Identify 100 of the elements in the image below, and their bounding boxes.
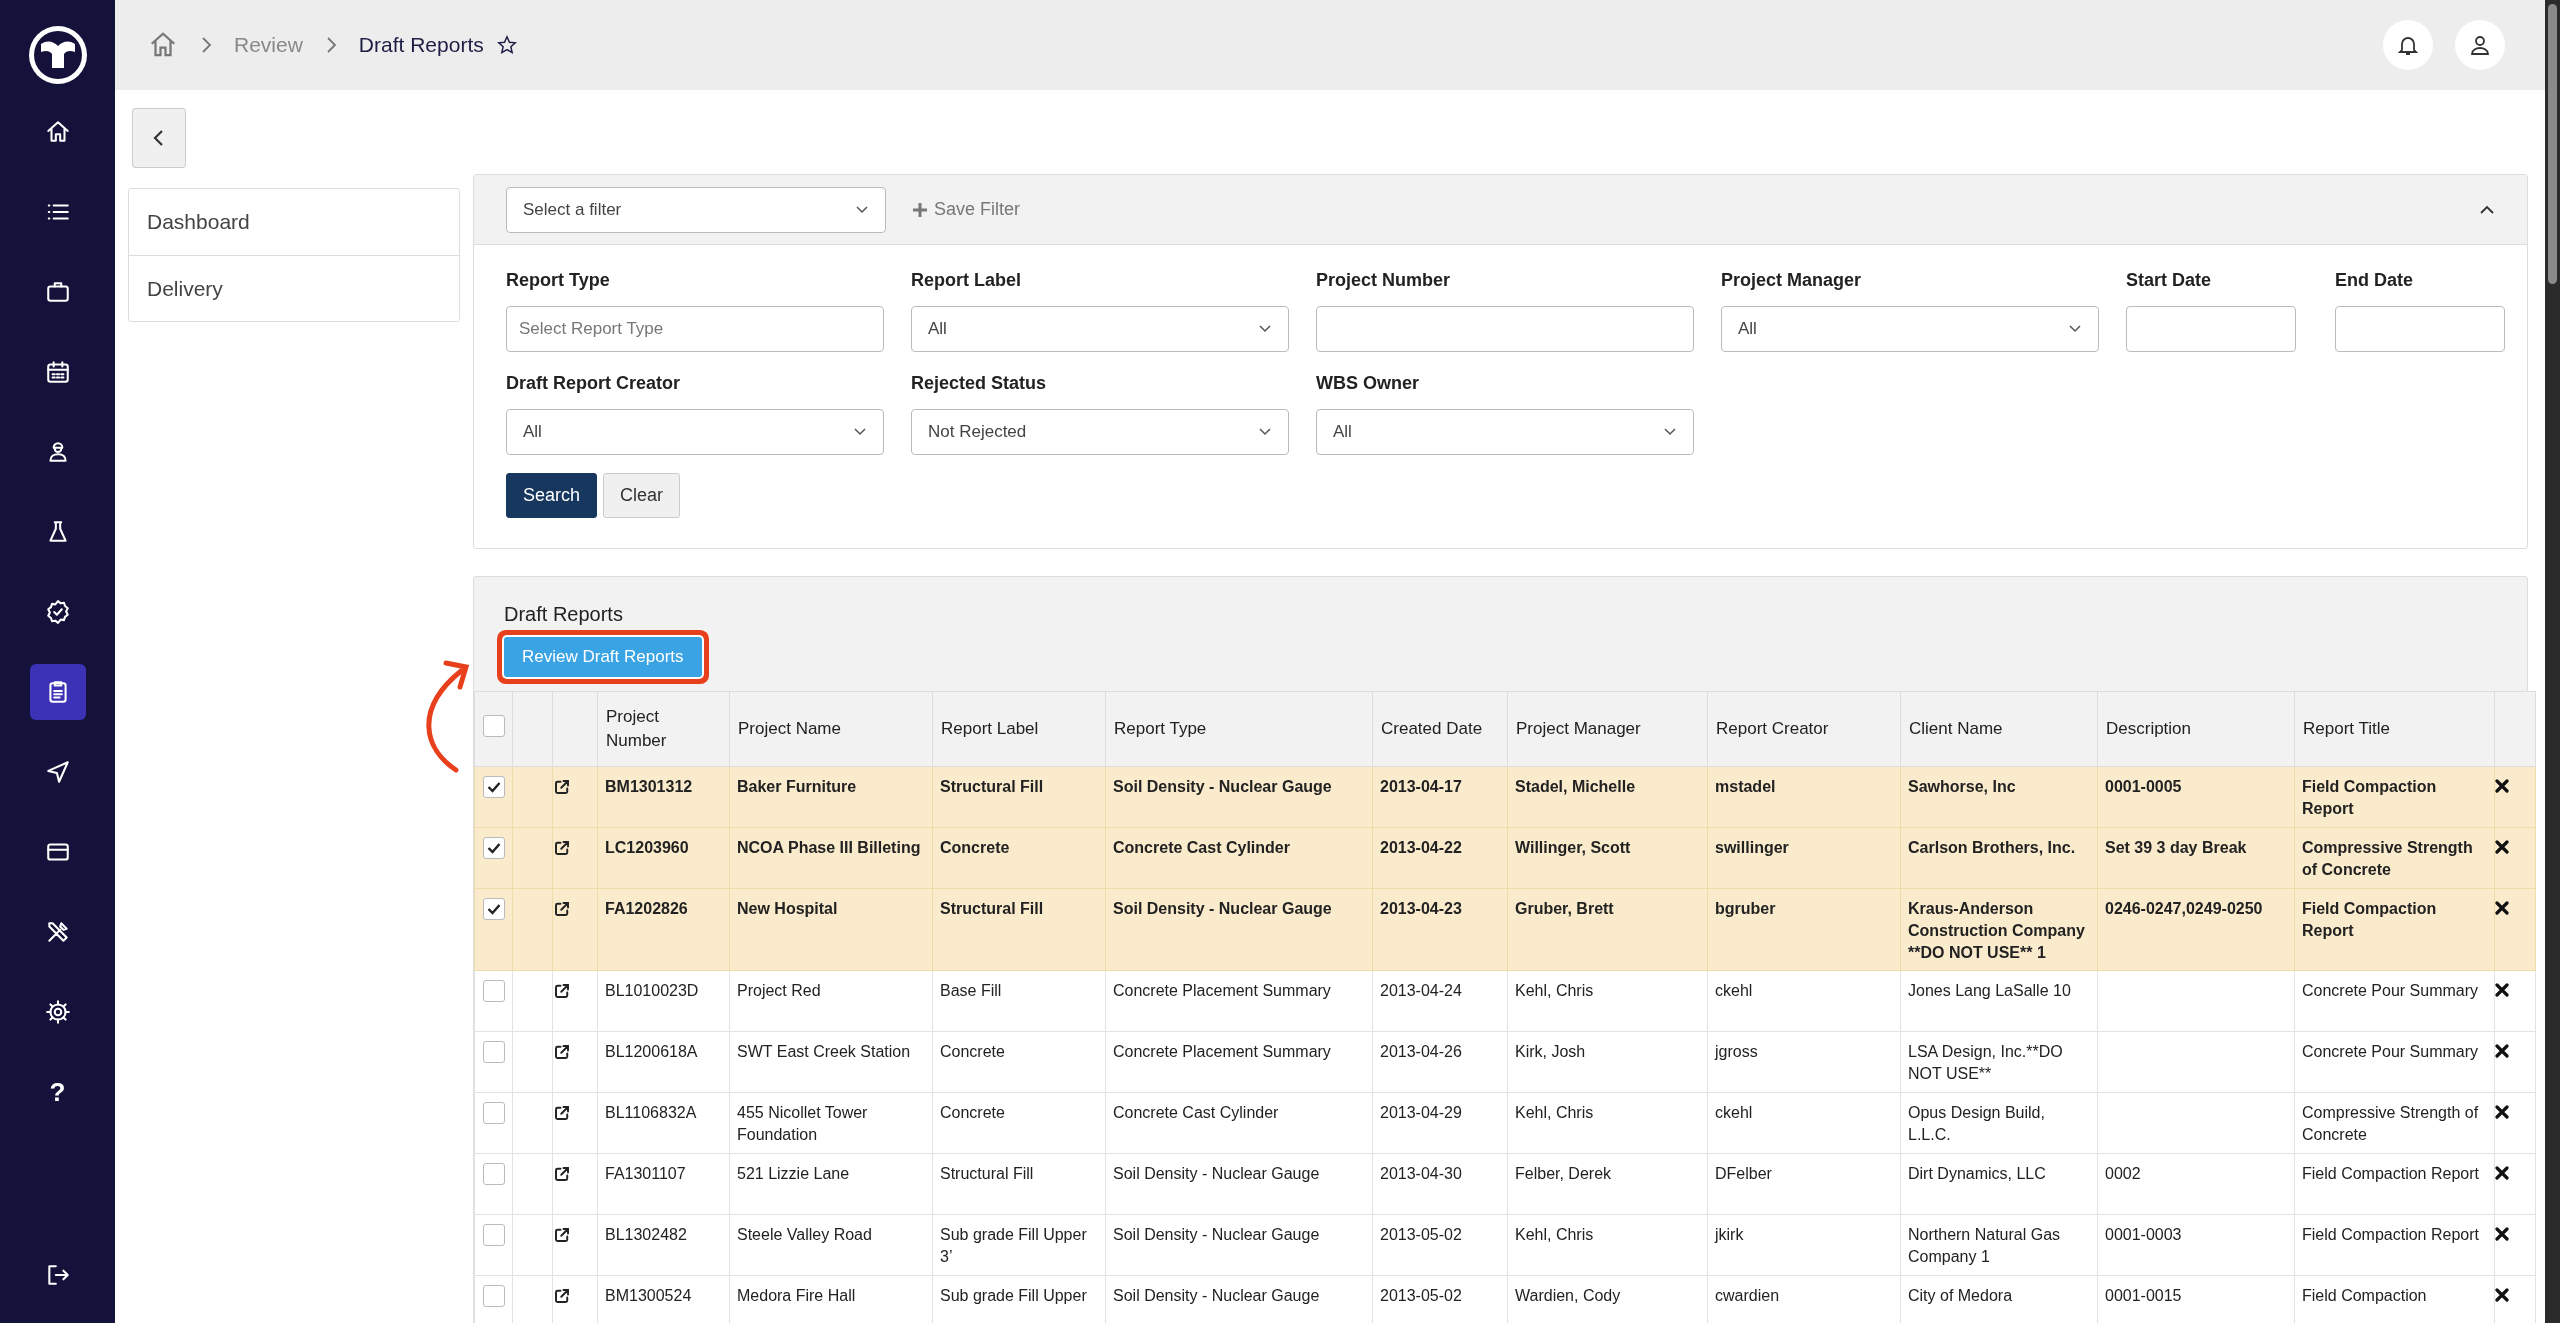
delete-icon[interactable] [2495, 1288, 2509, 1302]
notifications-button[interactable] [2383, 20, 2433, 70]
table-cell: City of Medora [1908, 1287, 2013, 1304]
delete-icon[interactable] [2495, 1044, 2509, 1058]
table-cell: Field Compaction [2302, 1287, 2427, 1304]
checkbox[interactable] [482, 776, 505, 798]
dropdown[interactable]: All [911, 306, 1289, 352]
profile-button[interactable] [2455, 20, 2505, 70]
help-button[interactable]: ? [29, 1064, 86, 1120]
chevron-right-icon [200, 35, 212, 55]
checkmark-icon [486, 781, 501, 793]
share-icon[interactable] [553, 1287, 571, 1305]
delete-icon[interactable] [2495, 1166, 2509, 1180]
side-nav-item[interactable]: Delivery [129, 254, 459, 321]
share-icon[interactable] [553, 1226, 571, 1244]
checkbox[interactable] [482, 1163, 505, 1185]
table-cell: SWT East Creek Station [737, 1043, 911, 1060]
sidebar-item[interactable] [29, 664, 86, 720]
checkbox[interactable] [482, 1224, 505, 1246]
share-icon[interactable] [553, 778, 571, 796]
checkbox[interactable] [482, 1285, 505, 1307]
field-label: Project Manager [1721, 269, 1863, 292]
scrollbar[interactable] [2545, 0, 2560, 1323]
table-cell: FA1301107 [605, 1165, 686, 1182]
dropdown[interactable]: Not Rejected [911, 409, 1289, 455]
table-cell: Field Compaction Report [2302, 778, 2437, 817]
side-nav-item[interactable]: Dashboard [129, 189, 459, 255]
table-cell: NCOA Phase III Billeting [737, 839, 921, 856]
table-cell: ckehl [1715, 1104, 1753, 1121]
table-cell: Concrete Pour Summary [2302, 1043, 2479, 1060]
field-label: Rejected Status [911, 372, 1048, 395]
delete-icon[interactable] [2495, 901, 2509, 915]
star-icon[interactable] [495, 34, 518, 56]
input-field[interactable] [1316, 306, 1694, 352]
delete-icon[interactable] [2495, 840, 2509, 854]
dropdown[interactable]: All [506, 409, 884, 455]
table-cell: Structural Fill [940, 1165, 1034, 1182]
table-cell: Set 39 3 day Break [2105, 839, 2247, 856]
checkbox[interactable] [482, 1102, 505, 1124]
chevron-left-icon [152, 128, 166, 148]
checkbox[interactable] [482, 980, 505, 1002]
table-cell: Medora Fire Hall [737, 1287, 856, 1304]
table-cell: Concrete Cast Cylinder [1113, 1104, 1279, 1121]
table-cell: Field Compaction Report [2302, 1165, 2479, 1182]
share-icon[interactable] [553, 1104, 571, 1122]
table-cell: LC1203960 [605, 839, 689, 856]
table-cell: DFelber [1715, 1165, 1772, 1182]
briefcase-icon [44, 279, 71, 305]
checkbox[interactable] [482, 837, 505, 859]
chevron-down-icon [1663, 427, 1677, 437]
search-button[interactable]: Search [506, 473, 598, 518]
table-cell: bgruber [1715, 900, 1776, 917]
delete-icon[interactable] [2495, 1227, 2509, 1241]
checkbox[interactable] [482, 898, 505, 920]
share-icon[interactable] [553, 900, 571, 918]
dropdown[interactable]: All [1721, 306, 2099, 352]
share-icon[interactable] [553, 839, 571, 857]
logo-icon [26, 24, 89, 86]
table-cell: Compressive Strength of Concrete [2302, 839, 2473, 878]
table-cell: Kehl, Chris [1515, 1226, 1594, 1243]
table-cell: Soil Density - Nuclear Gauge [1113, 900, 1332, 917]
table-cell: Soil Density - Nuclear Gauge [1113, 1165, 1320, 1182]
table-cell: Concrete Placement Summary [1113, 982, 1331, 999]
table-cell: 521 Lizzie Lane [737, 1165, 850, 1182]
table-cell: Stadel, Michelle [1515, 778, 1636, 795]
table-cell: Opus Design Build, L.L.C. [1908, 1104, 2045, 1143]
table-cell: Concrete [940, 839, 1010, 856]
table-cell: cwardien [1715, 1287, 1780, 1304]
page-title: Draft Reports [358, 32, 484, 59]
chevron-up-icon[interactable] [2479, 204, 2495, 215]
date-field[interactable] [2126, 306, 2296, 352]
save-filter-button[interactable]: Save Filter [912, 196, 1021, 223]
table-cell: BL1106832A [605, 1104, 697, 1121]
user-icon [2468, 33, 2492, 57]
table-cell: 2013-05-02 [1380, 1287, 1462, 1304]
field-label: WBS Owner [1316, 372, 1420, 395]
input-field[interactable]: Select Report Type [506, 306, 884, 352]
table-cell: Jones Lang LaSalle 10 [1908, 982, 2071, 999]
delete-icon[interactable] [2495, 779, 2509, 793]
clear-button[interactable]: Clear [603, 473, 681, 518]
chevron-down-icon [1258, 427, 1272, 437]
table-cell: LSA Design, Inc.**DO NOT USE** [1908, 1043, 2063, 1082]
share-icon[interactable] [553, 1043, 571, 1061]
table-cell: 0001-0005 [2105, 778, 2182, 795]
table-cell: BL1302482 [605, 1226, 687, 1243]
table-cell: Kraus-Anderson Construction Company **DO NOT USE** 1 [1908, 900, 2085, 961]
table-cell: 2013-04-30 [1380, 1165, 1462, 1182]
checkbox[interactable] [482, 1041, 505, 1063]
table-cell: Base Fill [940, 982, 1002, 999]
table-cell: 2013-04-17 [1380, 778, 1462, 795]
delete-icon[interactable] [2495, 1105, 2509, 1119]
table-cell: BM1300524 [605, 1287, 692, 1304]
checkbox[interactable] [482, 714, 505, 737]
table-cell: Concrete Cast Cylinder [1113, 839, 1290, 856]
share-icon[interactable] [553, 982, 571, 1000]
share-icon[interactable] [553, 1165, 571, 1183]
dropdown[interactable]: All [1316, 409, 1694, 455]
saved-filter-dropdown[interactable]: Select a filter [506, 186, 886, 233]
date-field[interactable] [2335, 306, 2505, 352]
delete-icon[interactable] [2495, 983, 2509, 997]
